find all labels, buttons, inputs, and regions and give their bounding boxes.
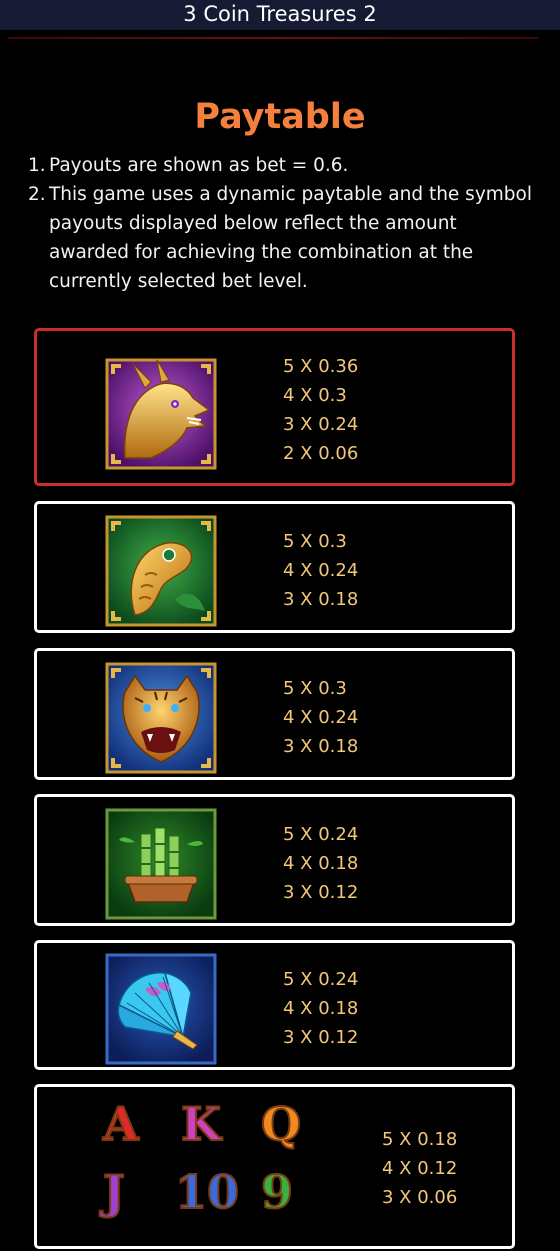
payout-list: 5 X 0.3 4 X 0.24 3 X 0.18 xyxy=(283,674,358,761)
number-10-icon: 10 xyxy=(174,1164,240,1220)
game-title: 3 Coin Treasures 2 xyxy=(183,2,377,26)
dragon-symbol-icon xyxy=(105,358,217,470)
payout-list: 5 X 0.24 4 X 0.18 3 X 0.12 xyxy=(283,820,358,907)
payout-line: 4 X 0.24 xyxy=(283,707,359,728)
rule-item: 1. Payouts are shown as bet = 0.6. xyxy=(28,151,538,180)
symbol-card-letters[interactable]: A K Q J 10 9 5 X 0.18 4 X 0.12 3 X 0.06 xyxy=(34,1084,515,1249)
title-bar: 3 Coin Treasures 2 xyxy=(0,0,560,30)
payout-line: 4 X 0.3 xyxy=(283,385,347,406)
payout-line: 3 X 0.06 xyxy=(382,1187,458,1208)
paytable-rules: 1. Payouts are shown as bet = 0.6. 2. Th… xyxy=(28,151,538,296)
symbol-card-goldfish[interactable]: 5 X 0.3 4 X 0.24 3 X 0.18 xyxy=(34,501,515,633)
rule-text: Payouts are shown as bet = 0.6. xyxy=(49,155,349,176)
payout-line: 4 X 0.18 xyxy=(283,998,359,1019)
payout-line: 3 X 0.12 xyxy=(283,1027,359,1048)
letter-q-icon: Q xyxy=(260,1096,302,1152)
payout-list: 5 X 0.24 4 X 0.18 3 X 0.12 xyxy=(283,965,358,1052)
rule-number: 1. xyxy=(28,155,46,176)
bamboo-pot-symbol-icon xyxy=(105,808,217,920)
payout-line: 5 X 0.36 xyxy=(283,356,359,377)
payout-line: 4 X 0.24 xyxy=(283,560,359,581)
symbol-card-tiger[interactable]: 5 X 0.3 4 X 0.24 3 X 0.18 xyxy=(34,648,515,780)
payout-line: 5 X 0.18 xyxy=(382,1129,458,1150)
blue-fan-symbol-icon xyxy=(105,953,217,1065)
paytable-heading: Paytable xyxy=(194,97,366,137)
payout-list: 5 X 0.36 4 X 0.3 3 X 0.24 2 X 0.06 xyxy=(283,352,358,468)
rule-text: This game uses a dynamic paytable and th… xyxy=(49,184,532,292)
letter-j-icon: J xyxy=(102,1164,126,1220)
letter-k-icon: K xyxy=(180,1096,222,1152)
payout-line: 4 X 0.12 xyxy=(382,1158,458,1179)
payout-line: 3 X 0.18 xyxy=(283,589,359,610)
payout-line: 5 X 0.24 xyxy=(283,969,359,990)
payout-line: 3 X 0.12 xyxy=(283,882,359,903)
symbol-card-dragon[interactable]: 5 X 0.36 4 X 0.3 3 X 0.24 2 X 0.06 xyxy=(34,328,515,486)
title-divider xyxy=(8,37,538,39)
payout-line: 3 X 0.18 xyxy=(283,736,359,757)
letter-a-icon: A xyxy=(102,1096,140,1152)
card-letters-symbol-icon: A K Q J 10 9 xyxy=(99,1095,319,1237)
rule-number: 2. xyxy=(28,184,46,205)
payout-line: 4 X 0.18 xyxy=(283,853,359,874)
tiger-symbol-icon xyxy=(105,662,217,774)
payout-list: 5 X 0.3 4 X 0.24 3 X 0.18 xyxy=(283,527,358,614)
symbol-card-fan[interactable]: 5 X 0.24 4 X 0.18 3 X 0.12 xyxy=(34,940,515,1070)
payout-line: 5 X 0.3 xyxy=(283,531,347,552)
payout-line: 5 X 0.3 xyxy=(283,678,347,699)
payout-list: 5 X 0.18 4 X 0.12 3 X 0.06 xyxy=(382,1125,457,1212)
symbol-card-bamboo[interactable]: 5 X 0.24 4 X 0.18 3 X 0.12 xyxy=(34,794,515,926)
payout-line: 5 X 0.24 xyxy=(283,824,359,845)
number-9-icon: 9 xyxy=(260,1164,294,1220)
payout-line: 3 X 0.24 xyxy=(283,414,359,435)
payout-line: 2 X 0.06 xyxy=(283,443,359,464)
rule-item: 2. This game uses a dynamic paytable and… xyxy=(28,180,538,296)
goldfish-symbol-icon xyxy=(105,515,217,627)
